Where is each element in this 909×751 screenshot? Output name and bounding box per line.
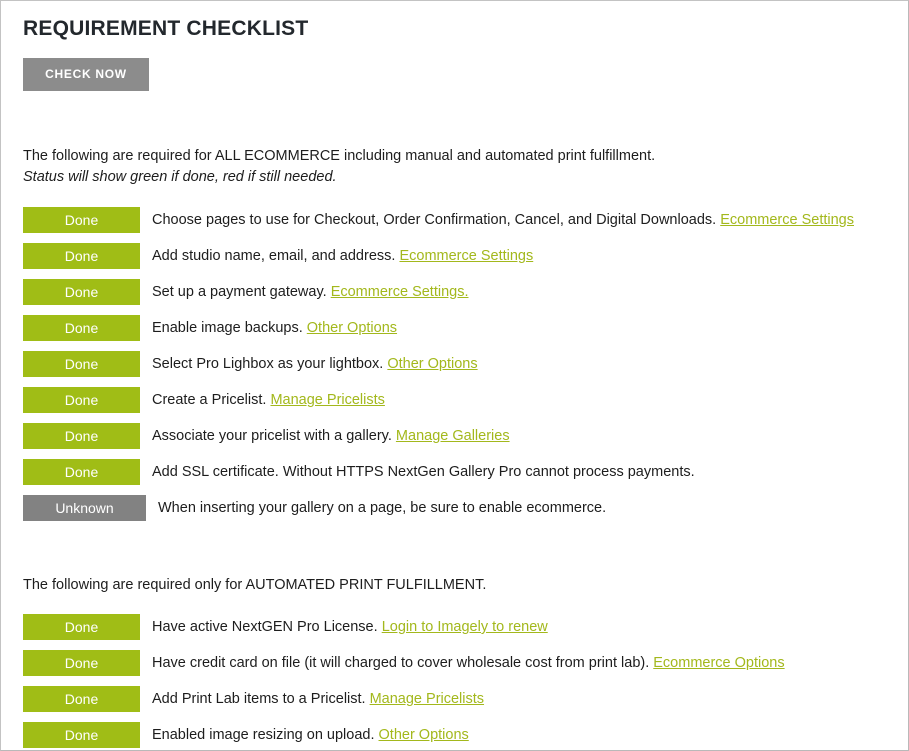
status-badge: Done xyxy=(23,614,140,640)
checklist-row-text: Create a Pricelist. Manage Pricelists xyxy=(152,390,385,410)
checklist-row-link[interactable]: Manage Galleries xyxy=(396,428,510,444)
checklist-row-description: Create a Pricelist. xyxy=(152,392,271,408)
checklist-row-link[interactable]: Ecommerce Settings. xyxy=(331,284,469,300)
checklist-row: Done Add Print Lab items to a Pricelist. … xyxy=(23,681,886,717)
checklist-row: Unknown When inserting your gallery on a … xyxy=(23,490,886,526)
status-badge: Unknown xyxy=(23,495,146,521)
checklist-row-text: Add Print Lab items to a Pricelist. Mana… xyxy=(152,689,484,709)
checklist-row-text: Select Pro Lighbox as your lightbox. Oth… xyxy=(152,354,478,374)
checklist-row-text: Associate your pricelist with a gallery.… xyxy=(152,426,510,446)
checklist-row-link[interactable]: Other Options xyxy=(307,320,397,336)
checklist-row-text: Have active NextGEN Pro License. Login t… xyxy=(152,617,548,637)
status-badge: Done xyxy=(23,351,140,377)
status-badge: Done xyxy=(23,243,140,269)
checklist-row: Done Add studio name, email, and address.… xyxy=(23,238,886,274)
checklist-row-description: Choose pages to use for Checkout, Order … xyxy=(152,212,721,228)
checklist-row: Done Associate your pricelist with a gall… xyxy=(23,418,886,454)
checklist-row-description: Add Print Lab items to a Pricelist. xyxy=(152,691,370,707)
ecommerce-checklist: Done Choose pages to use for Checkout, Or… xyxy=(23,202,886,526)
status-badge: Done xyxy=(23,722,140,748)
checklist-row-link[interactable]: Login to Imagely to renew xyxy=(382,619,548,635)
checklist-row-link[interactable]: Ecommerce Settings xyxy=(399,248,533,264)
checklist-row-description: Add studio name, email, and address. xyxy=(152,248,400,264)
requirement-checklist-page: REQUIREMENT CHECKLIST CHECK NOW The foll… xyxy=(0,0,909,751)
checklist-row-text: Enable image backups. Other Options xyxy=(152,318,397,338)
checklist-row-description: Associate your pricelist with a gallery. xyxy=(152,428,396,444)
check-now-container: CHECK NOW xyxy=(23,58,886,91)
intro-line-1: The following are required for ALL ECOMM… xyxy=(23,148,656,164)
checklist-row-text: Add SSL certificate. Without HTTPS NextG… xyxy=(152,462,695,482)
checklist-row-link[interactable]: Ecommerce Settings xyxy=(720,212,854,228)
checklist-row-description: Enabled image resizing on upload. xyxy=(152,727,379,743)
checklist-row-text: Set up a payment gateway. Ecommerce Sett… xyxy=(152,282,469,302)
checklist-row-description: Have credit card on file (it will charge… xyxy=(152,655,654,671)
checklist-row-link[interactable]: Other Options xyxy=(379,727,469,743)
checklist-row-description: Enable image backups. xyxy=(152,320,307,336)
status-badge: Done xyxy=(23,650,140,676)
checklist-row: Done Set up a payment gateway. Ecommerce … xyxy=(23,274,886,310)
status-badge: Done xyxy=(23,207,140,233)
status-badge: Done xyxy=(23,459,140,485)
page-title: REQUIREMENT CHECKLIST xyxy=(23,17,309,40)
status-badge: Done xyxy=(23,387,140,413)
checklist-row-text: Enabled image resizing on upload. Other … xyxy=(152,725,469,745)
checklist-row: Done Create a Pricelist. Manage Pricelist… xyxy=(23,382,886,418)
checklist-row: Done Choose pages to use for Checkout, Or… xyxy=(23,202,886,238)
checklist-row-text: Have credit card on file (it will charge… xyxy=(152,653,785,673)
checklist-row: Done Have active NextGEN Pro License. Log… xyxy=(23,609,886,645)
check-now-button[interactable]: CHECK NOW xyxy=(23,58,149,91)
intro-line-2: Status will show green if done, red if s… xyxy=(23,169,337,185)
page-content: REQUIREMENT CHECKLIST CHECK NOW The foll… xyxy=(1,1,908,750)
checklist-row-text: When inserting your gallery on a page, b… xyxy=(158,498,606,518)
automated-print-section-title: The following are required only for AUTO… xyxy=(23,577,487,593)
checklist-row-link[interactable]: Manage Pricelists xyxy=(370,691,484,707)
status-badge: Done xyxy=(23,686,140,712)
status-badge: Done xyxy=(23,279,140,305)
checklist-row-description: Have active NextGEN Pro License. xyxy=(152,619,382,635)
checklist-row-link[interactable]: Manage Pricelists xyxy=(270,392,384,408)
checklist-row-link[interactable]: Ecommerce Options xyxy=(653,655,784,671)
checklist-row-description: Select Pro Lighbox as your lightbox. xyxy=(152,356,388,372)
checklist-row: Done Add SSL certificate. Without HTTPS N… xyxy=(23,454,886,490)
checklist-row: Done Enabled image resizing on upload. Ot… xyxy=(23,717,886,750)
checklist-row: Done Enable image backups. Other Options xyxy=(23,310,886,346)
checklist-row-text: Add studio name, email, and address. Eco… xyxy=(152,246,533,266)
status-badge: Done xyxy=(23,423,140,449)
checklist-row-description: Add SSL certificate. Without HTTPS NextG… xyxy=(152,464,695,480)
checklist-row-description: When inserting your gallery on a page, b… xyxy=(158,500,607,516)
checklist-row-link[interactable]: Other Options xyxy=(387,356,477,372)
automated-print-checklist: Done Have active NextGEN Pro License. Log… xyxy=(23,609,886,750)
checklist-row: Done Select Pro Lighbox as your lightbox.… xyxy=(23,346,886,382)
status-badge: Done xyxy=(23,315,140,341)
checklist-row-description: Set up a payment gateway. xyxy=(152,284,331,300)
checklist-row-text: Choose pages to use for Checkout, Order … xyxy=(152,210,854,230)
checklist-row: Done Have credit card on file (it will ch… xyxy=(23,645,886,681)
